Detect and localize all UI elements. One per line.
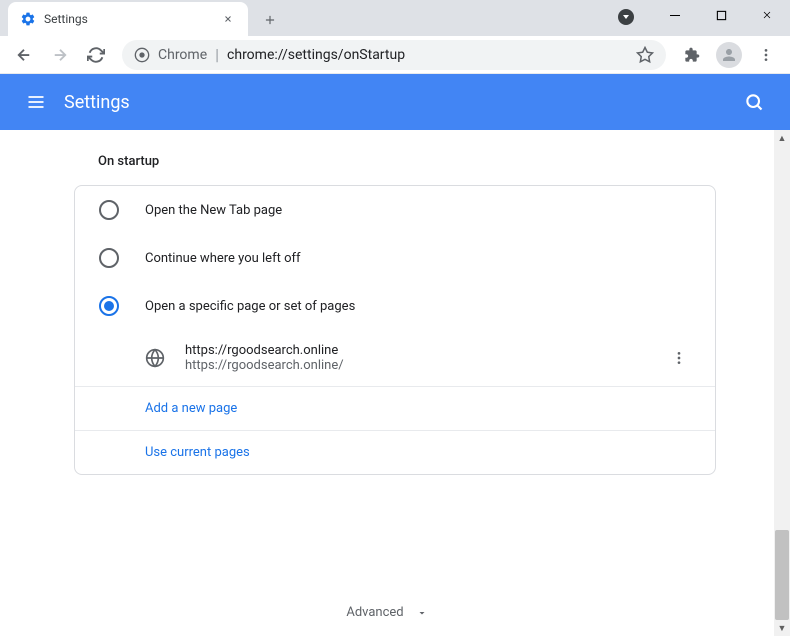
search-settings-button[interactable]: [734, 82, 774, 122]
hamburger-menu-button[interactable]: [16, 82, 56, 122]
section-heading: On startup: [74, 154, 716, 169]
advanced-toggle[interactable]: Advanced: [0, 589, 774, 636]
close-window-button[interactable]: [744, 0, 790, 30]
page-entry-title: https://rgoodsearch.online: [185, 343, 643, 358]
window-controls: [652, 0, 790, 30]
browser-toolbar: Chrome | chrome://settings/onStartup: [0, 36, 790, 74]
radio-button[interactable]: [99, 248, 119, 268]
scrollbar[interactable]: ▲ ▼: [774, 130, 790, 636]
extensions-icon[interactable]: [676, 39, 708, 71]
chrome-icon: [134, 47, 150, 63]
scroll-down-icon[interactable]: ▼: [774, 620, 790, 636]
omnibox-url: chrome://settings/onStartup: [227, 47, 405, 63]
radio-option-specific[interactable]: Open a specific page or set of pages: [75, 282, 715, 330]
scroll-up-icon[interactable]: ▲: [774, 130, 790, 146]
use-current-pages-link[interactable]: Use current pages: [75, 430, 715, 474]
media-control-icon[interactable]: [618, 9, 634, 25]
new-tab-button[interactable]: [256, 6, 284, 34]
radio-label: Open a specific page or set of pages: [145, 299, 355, 314]
radio-button-selected[interactable]: [99, 296, 119, 316]
page-info: https://rgoodsearch.online https://rgood…: [185, 343, 643, 373]
omnibox-prefix: Chrome: [158, 47, 207, 63]
settings-header: Settings: [0, 74, 790, 130]
address-bar[interactable]: Chrome | chrome://settings/onStartup: [122, 40, 666, 70]
radio-label: Continue where you left off: [145, 251, 301, 266]
add-new-page-link[interactable]: Add a new page: [75, 386, 715, 430]
browser-tab[interactable]: Settings: [8, 2, 248, 36]
scrollbar-thumb[interactable]: [775, 530, 789, 620]
profile-avatar[interactable]: [716, 42, 742, 68]
browser-titlebar: Settings: [0, 0, 790, 36]
globe-icon: [145, 348, 165, 368]
radio-label: Open the New Tab page: [145, 203, 282, 218]
settings-gear-icon: [20, 11, 36, 27]
radio-button[interactable]: [99, 200, 119, 220]
page-entry-more-icon[interactable]: [663, 342, 695, 374]
startup-card: Open the New Tab page Continue where you…: [74, 185, 716, 475]
reload-button[interactable]: [80, 39, 112, 71]
maximize-button[interactable]: [698, 0, 744, 30]
advanced-label: Advanced: [346, 605, 403, 620]
minimize-button[interactable]: [652, 0, 698, 30]
settings-title: Settings: [64, 92, 130, 113]
startup-page-entry: https://rgoodsearch.online https://rgood…: [75, 330, 715, 386]
page-entry-url: https://rgoodsearch.online/: [185, 358, 643, 373]
chrome-menu-icon[interactable]: [750, 39, 782, 71]
tab-title: Settings: [44, 12, 212, 26]
settings-content: On startup Open the New Tab page Continu…: [0, 130, 790, 636]
bookmark-star-icon[interactable]: [636, 46, 654, 64]
radio-option-continue[interactable]: Continue where you left off: [75, 234, 715, 282]
close-tab-icon[interactable]: [220, 11, 236, 27]
forward-button[interactable]: [44, 39, 76, 71]
omnibox-divider: |: [215, 45, 219, 64]
chevron-down-icon: [416, 607, 428, 619]
radio-option-newtab[interactable]: Open the New Tab page: [75, 186, 715, 234]
back-button[interactable]: [8, 39, 40, 71]
